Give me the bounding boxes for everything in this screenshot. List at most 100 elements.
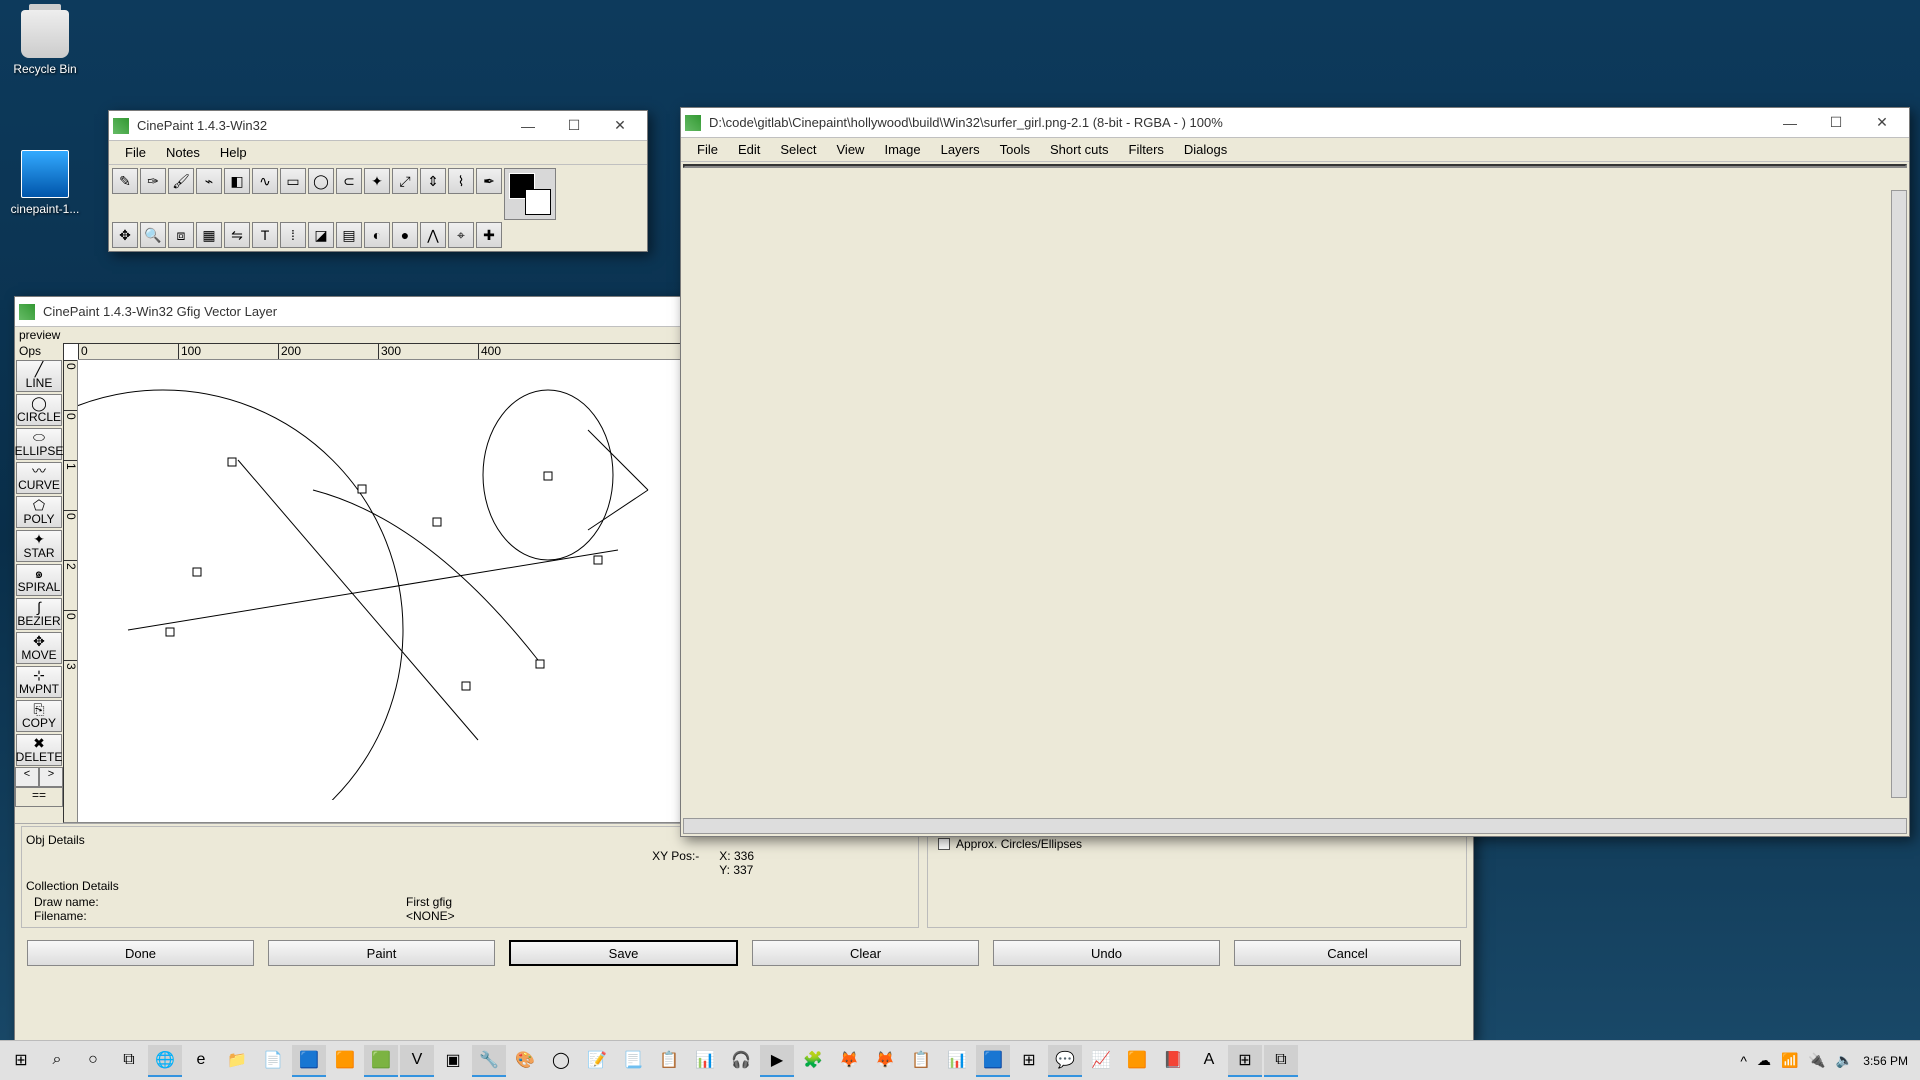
- menu-notes[interactable]: Notes: [156, 143, 210, 162]
- undo-button[interactable]: Undo: [993, 940, 1220, 966]
- checkbox-icon[interactable]: [938, 838, 950, 850]
- taskview-button[interactable]: ⧉: [112, 1045, 146, 1077]
- power-icon[interactable]: 🔌: [1808, 1052, 1825, 1069]
- menu-dialogs[interactable]: Dialogs: [1174, 140, 1237, 159]
- minimize-button[interactable]: —: [1767, 109, 1813, 137]
- op-spiral[interactable]: ๑SPIRAL: [16, 564, 62, 596]
- taskbar-app[interactable]: ⊞: [1228, 1045, 1262, 1077]
- tool-gradient[interactable]: ▤: [336, 222, 362, 248]
- tool-path[interactable]: ⌇: [448, 168, 474, 194]
- taskbar-app[interactable]: 🧩: [796, 1045, 830, 1077]
- save-button[interactable]: Save: [509, 940, 738, 966]
- tool-sharpen[interactable]: ●: [392, 222, 418, 248]
- tool-pen[interactable]: ✑: [140, 168, 166, 194]
- taskbar-app[interactable]: 🟦: [292, 1045, 326, 1077]
- scrollbar-vertical[interactable]: [1891, 190, 1907, 798]
- tool-zoom[interactable]: 🔍: [140, 222, 166, 248]
- tool-pencil[interactable]: ✎: [112, 168, 138, 194]
- tool-bucket[interactable]: ◪: [308, 222, 334, 248]
- taskbar-app[interactable]: 📁: [220, 1045, 254, 1077]
- tool-heal[interactable]: ✚: [476, 222, 502, 248]
- tool-rect-select[interactable]: ▭: [280, 168, 306, 194]
- tool-transform[interactable]: ▦: [196, 222, 222, 248]
- op-star[interactable]: ✦STAR: [16, 530, 62, 562]
- tool-flip[interactable]: ⇋: [224, 222, 250, 248]
- op-circle[interactable]: ◯CIRCLE: [16, 394, 62, 426]
- tray-overflow-icon[interactable]: ^: [1740, 1053, 1747, 1069]
- close-button[interactable]: ✕: [597, 112, 643, 140]
- taskbar-app[interactable]: 📋: [652, 1045, 686, 1077]
- taskbar-app[interactable]: 📝: [580, 1045, 614, 1077]
- menu-file[interactable]: File: [687, 140, 728, 159]
- menu-tools[interactable]: Tools: [990, 140, 1040, 159]
- taskbar-app[interactable]: ⊞: [1012, 1045, 1046, 1077]
- search-button[interactable]: ⌕: [40, 1045, 74, 1077]
- tool-text[interactable]: T: [252, 222, 278, 248]
- tool-brush[interactable]: 🖌: [168, 168, 194, 194]
- tool-smudge[interactable]: ∿: [252, 168, 278, 194]
- op-delete[interactable]: ✖DELETE: [16, 734, 62, 766]
- taskbar-app[interactable]: 🟩: [364, 1045, 398, 1077]
- taskbar-app[interactable]: ◯: [544, 1045, 578, 1077]
- taskbar-app[interactable]: 🦊: [868, 1045, 902, 1077]
- tool-clone[interactable]: ⌖: [448, 222, 474, 248]
- taskbar-app[interactable]: 🦊: [832, 1045, 866, 1077]
- clock[interactable]: 3:56 PM: [1863, 1054, 1908, 1068]
- tool-ink[interactable]: ✒: [476, 168, 502, 194]
- taskbar-app[interactable]: 📊: [688, 1045, 722, 1077]
- taskbar-app[interactable]: A: [1192, 1045, 1226, 1077]
- desktop-icon-cinepaint-shortcut[interactable]: cinepaint-1...: [6, 150, 84, 216]
- image-canvas[interactable]: [683, 164, 1907, 168]
- op-copy[interactable]: ⎘COPY: [16, 700, 62, 732]
- menu-shortcuts[interactable]: Short cuts: [1040, 140, 1119, 159]
- op-poly[interactable]: ⬠POLY: [16, 496, 62, 528]
- background-color[interactable]: [525, 189, 551, 215]
- taskbar-app[interactable]: 📊: [940, 1045, 974, 1077]
- tool-wand[interactable]: ✦: [364, 168, 390, 194]
- desktop-icon-recycle-bin[interactable]: Recycle Bin: [6, 10, 84, 76]
- op-curve[interactable]: 〰CURVE: [16, 462, 62, 494]
- tool-measure[interactable]: ⇕: [420, 168, 446, 194]
- menu-help[interactable]: Help: [210, 143, 257, 162]
- done-button[interactable]: Done: [27, 940, 254, 966]
- taskbar-app[interactable]: 💬: [1048, 1045, 1082, 1077]
- onedrive-icon[interactable]: ☁: [1757, 1052, 1771, 1069]
- taskbar-app[interactable]: ⧉: [1264, 1045, 1298, 1077]
- op-bezier[interactable]: ∫BEZIER: [16, 598, 62, 630]
- network-icon[interactable]: 📶: [1781, 1052, 1798, 1069]
- tool-move[interactable]: ✥: [112, 222, 138, 248]
- maximize-button[interactable]: ☐: [551, 112, 597, 140]
- taskbar-app[interactable]: 📋: [904, 1045, 938, 1077]
- taskbar-app[interactable]: e: [184, 1045, 218, 1077]
- menu-file[interactable]: File: [115, 143, 156, 162]
- tool-lasso[interactable]: ⊂: [336, 168, 362, 194]
- volume-icon[interactable]: 🔈: [1836, 1052, 1853, 1069]
- tool-eyedrop[interactable]: ⁞: [280, 222, 306, 248]
- taskbar-app[interactable]: ▶: [760, 1045, 794, 1077]
- nav-next-button[interactable]: >: [39, 767, 63, 787]
- taskbar-app[interactable]: 🟧: [1120, 1045, 1154, 1077]
- op-move[interactable]: ✥MOVE: [16, 632, 62, 664]
- menu-image[interactable]: Image: [874, 140, 930, 159]
- cancel-button[interactable]: Cancel: [1234, 940, 1461, 966]
- nav-all-button[interactable]: ==: [15, 787, 63, 807]
- taskbar-app[interactable]: 🟧: [328, 1045, 362, 1077]
- menu-filters[interactable]: Filters: [1119, 140, 1174, 159]
- tool-ellipse-select[interactable]: ◯: [308, 168, 334, 194]
- taskbar-app[interactable]: 🎨: [508, 1045, 542, 1077]
- menu-layers[interactable]: Layers: [931, 140, 990, 159]
- menu-edit[interactable]: Edit: [728, 140, 770, 159]
- tool-picker[interactable]: ⤢: [392, 168, 418, 194]
- start-button[interactable]: ⊞: [4, 1045, 38, 1077]
- taskbar-app[interactable]: 🌐: [148, 1045, 182, 1077]
- taskbar-app[interactable]: 📃: [616, 1045, 650, 1077]
- titlebar[interactable]: CinePaint 1.4.3-Win32 — ☐ ✕: [109, 111, 647, 141]
- cortana-button[interactable]: ○: [76, 1045, 110, 1077]
- tool-dodge[interactable]: ⋀: [420, 222, 446, 248]
- tool-eraser[interactable]: ◧: [224, 168, 250, 194]
- op-line[interactable]: ╱LINE: [16, 360, 62, 392]
- tool-blur[interactable]: ◐: [364, 222, 390, 248]
- tool-crop[interactable]: ⧈: [168, 222, 194, 248]
- taskbar-app[interactable]: V: [400, 1045, 434, 1077]
- close-button[interactable]: ✕: [1859, 109, 1905, 137]
